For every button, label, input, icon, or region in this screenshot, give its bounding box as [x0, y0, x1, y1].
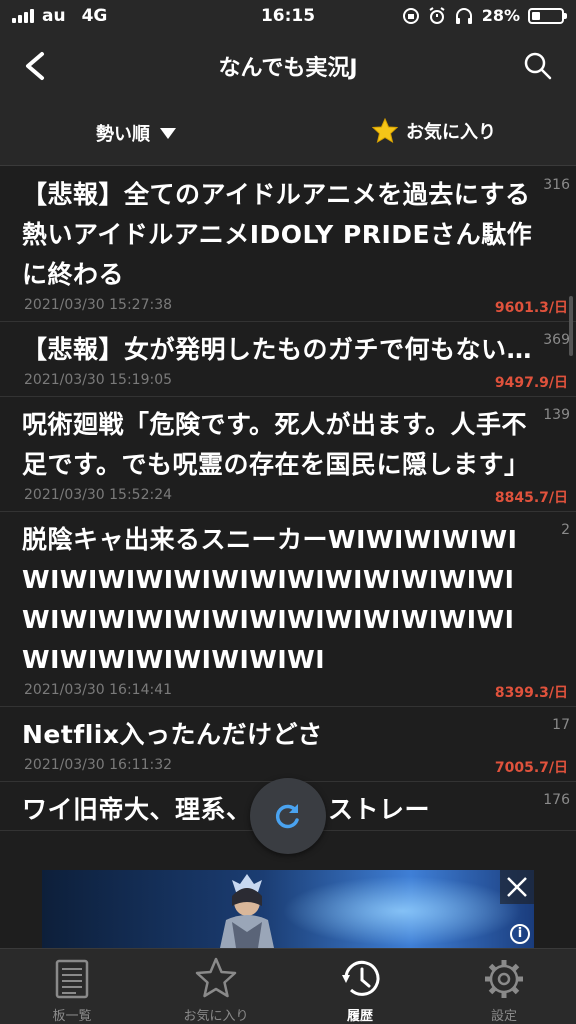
- ad-close-button[interactable]: [500, 870, 534, 904]
- battery-fill: [532, 11, 540, 20]
- tab-boards[interactable]: 板一覧: [0, 949, 144, 1024]
- tab-settings[interactable]: 設定: [432, 949, 576, 1024]
- favorites-label: お気に入り: [406, 122, 496, 143]
- thread-meta: 2021/03/30 15:52:24 8845.7/日: [22, 485, 568, 511]
- star-icon: [195, 957, 237, 998]
- thread-date: 2021/03/30 16:11:32: [24, 757, 173, 773]
- thread-title: 【悲報】女が発明したものガチで何もない…: [22, 335, 533, 364]
- thread-row[interactable]: 17 Netflix入ったんだけどさ 2021/03/30 16:11:32 7…: [0, 707, 576, 782]
- thread-row[interactable]: 316 【悲報】全てのアイドルアニメを過去にする熱いアイドルアニメIDOLY P…: [0, 167, 576, 322]
- thread-meta: 2021/03/30 16:14:41 8399.3/日: [22, 680, 568, 706]
- tab-label: 履歴: [346, 1009, 373, 1024]
- close-icon: [507, 877, 527, 897]
- ad-info-icon[interactable]: i: [510, 924, 530, 944]
- tab-favorites[interactable]: お気に入り: [144, 949, 288, 1024]
- status-right: 28%: [402, 6, 567, 25]
- thread-speed: 7005.7/日: [494, 760, 568, 776]
- thread-meta: 2021/03/30 15:19:05 9497.9/日: [22, 370, 568, 396]
- star-icon: [372, 118, 398, 144]
- thread-date: 2021/03/30 16:14:41: [24, 682, 173, 698]
- reply-count: 316: [543, 177, 570, 193]
- filter-bar: 勢い順 お気に入り: [0, 98, 576, 166]
- battery-icon: [528, 7, 567, 24]
- refresh-icon: [275, 804, 299, 829]
- thread-row[interactable]: 2 脱陰キャ出来るスニーカーWIWIWIWIWIWIWIWIWIWIWIWIWI…: [0, 512, 576, 707]
- battery-percent: 28%: [481, 6, 520, 25]
- tab-label: 設定: [490, 1009, 517, 1024]
- thread-speed: 9601.3/日: [494, 300, 568, 316]
- thread-speed: 8399.3/日: [494, 685, 568, 701]
- orientation-lock-icon: [402, 7, 419, 24]
- ad-banner[interactable]: i: [42, 870, 534, 948]
- reply-count: 369: [543, 332, 570, 348]
- tab-bar: 板一覧 お気に入り 履歴 設定: [0, 948, 576, 1024]
- search-button[interactable]: [518, 46, 558, 86]
- thread-row[interactable]: 139 呪術廻戦「危険です。死人が出ます。人手不足です。でも呪霊の存在を国民に隠…: [0, 397, 576, 512]
- clock-history-icon: [342, 960, 380, 996]
- gear-icon: [485, 960, 523, 998]
- ad-artwork-glow: [282, 876, 522, 946]
- thread-date: 2021/03/30 15:27:38: [24, 297, 173, 313]
- reply-count: 139: [543, 407, 570, 423]
- thread-meta: 2021/03/30 16:11:32 7005.7/日: [22, 755, 568, 781]
- nav-bar: なんでも実況J: [0, 34, 576, 98]
- tab-label: お気に入り: [183, 1009, 249, 1024]
- thread-meta: 2021/03/30 15:27:38 9601.3/日: [22, 295, 568, 321]
- scrollbar[interactable]: [569, 296, 573, 356]
- alarm-icon: [429, 6, 445, 24]
- reply-count: 17: [552, 717, 570, 733]
- newspaper-icon: [55, 959, 89, 999]
- reply-count: 2: [561, 522, 570, 538]
- ad-character-image: [220, 874, 274, 948]
- thread-date: 2021/03/30 15:19:05: [24, 372, 173, 388]
- caret-down-icon: [160, 127, 176, 139]
- search-icon: [524, 52, 552, 80]
- reply-count: 176: [543, 792, 570, 808]
- thread-speed: 8845.7/日: [494, 490, 568, 506]
- tab-label: 板一覧: [52, 1009, 92, 1024]
- thread-date: 2021/03/30 15:52:24: [24, 487, 173, 503]
- thread-row[interactable]: 369 【悲報】女が発明したものガチで何もない… 2021/03/30 15:1…: [0, 322, 576, 397]
- status-bar: au 4G 16:15 28%: [0, 0, 576, 34]
- favorites-button[interactable]: お気に入り: [372, 118, 496, 144]
- thread-speed: 9497.9/日: [494, 375, 568, 391]
- headphones-icon: [455, 7, 472, 24]
- thread-title: Netflix入ったんだけどさ: [22, 720, 323, 749]
- thread-title: 【悲報】全てのアイドルアニメを過去にする熱いアイドルアニメIDOLY PRIDE…: [22, 180, 533, 289]
- thread-title: 脱陰キャ出来るスニーカーWIWIWIWIWIWIWIWIWIWIWIWIWIWI…: [22, 525, 518, 674]
- refresh-button[interactable]: [250, 778, 326, 854]
- sort-dropdown[interactable]: 勢い順: [96, 120, 176, 146]
- page-title: なんでも実況J: [218, 56, 358, 81]
- sort-label: 勢い順: [96, 124, 150, 145]
- tab-history[interactable]: 履歴: [288, 949, 432, 1024]
- thread-title: 呪術廻戦「危険です。死人が出ます。人手不足です。でも呪霊の存在を国民に隠します」: [22, 410, 530, 479]
